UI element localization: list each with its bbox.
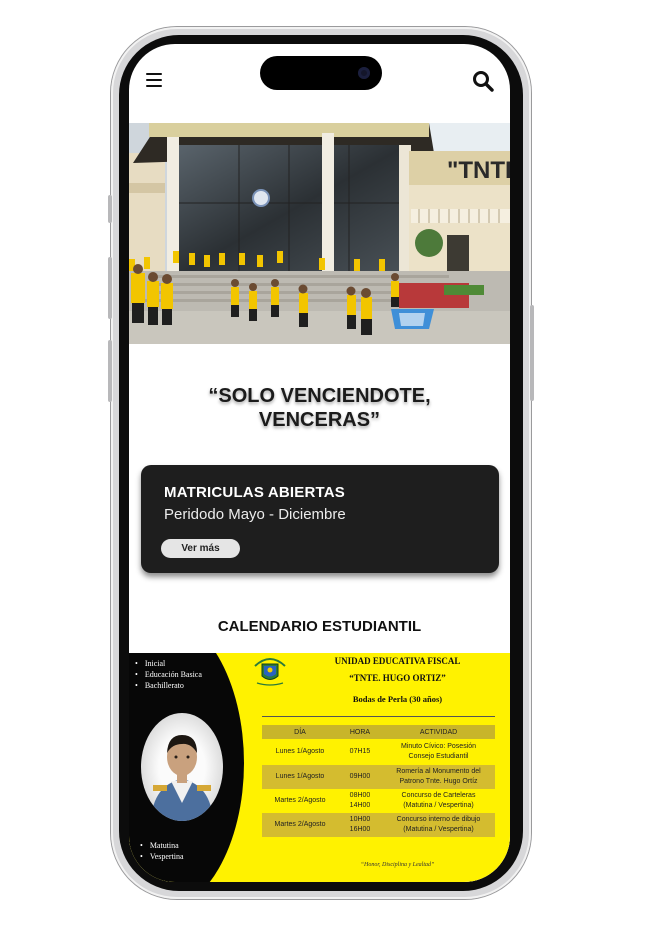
day-cell: Lunes 1/Agosto [275,748,325,755]
building-sign: "TNTE [447,157,510,184]
calendar-poster: Inicial Educación Basica Bachillerato Ma… [129,653,510,882]
activity-cell: Concurso interno de dibujo (Matutina / V… [382,813,495,837]
school-motto: “SOLO VENCIENDOTE, VENCERAS” [129,384,510,432]
ver-mas-button[interactable]: Ver más [161,539,240,558]
table-row: Lunes 1/Agosto 07H15 Minuto Cívico: Pose… [262,739,495,765]
front-camera [358,67,370,79]
time-value: 14H00 [349,802,371,809]
time-cell: 07H15 [338,739,382,765]
phone-power-button [530,305,534,401]
day-cell: Lunes 1/Agosto [262,765,338,789]
school-building-photo: "TNTE [129,123,510,344]
shift-item: Matutina [140,840,184,851]
dynamic-island [260,56,382,90]
enrollment-title: MATRICULAS ABIERTAS [164,484,346,501]
activity-line: Concurso interno de dibujo [396,816,481,823]
level-item: Educación Basica [135,669,202,680]
activity-cell: Concurso de Carteleras (Matutina / Vespe… [382,789,495,813]
phone-screen: "TNTE [129,44,510,882]
poster-school-name: “TNTE. HUGO ORTIZ” [349,673,446,683]
activity-cell: Romería al Monumento del Patrono Tnte. H… [382,765,495,789]
phone-volume-down-button [108,340,112,402]
table-header: HORA [338,725,382,739]
time-value: 09H00 [349,773,371,780]
time-value: 07H15 [349,748,371,755]
time-cell: 10H00 16H00 [338,813,382,837]
time-value: 10H00 [349,816,371,823]
motto-line-2: VENCERAS” [258,409,381,431]
time-value: 08H00 [349,792,371,799]
enrollment-card: MATRICULAS ABIERTAS Peridodo Mayo - Dici… [141,465,499,573]
activity-line: (Matutina / Vespertina) [403,802,474,809]
phone-volume-up-button [108,257,112,319]
education-levels-list: Inicial Educación Basica Bachillerato [135,658,202,691]
poster-anniversary: Bodas de Perla (30 años) [352,694,443,704]
level-item: Bachillerato [135,680,202,691]
activity-line: (Matutina / Vespertina) [403,826,474,833]
poster-slogan: “Honor, Disciplina y Lealtad” [360,862,435,868]
activity-line: Consejo Estudiantil [408,753,469,760]
motto-line-1: “SOLO VENCIENDOTE, [208,385,431,407]
time-cell: 09H00 [338,765,382,789]
shifts-list: Matutina Vespertina [140,840,184,862]
enrollment-subtitle: Peridodo Mayo - Diciembre [164,506,346,523]
table-header: ACTIVIDAD [382,725,495,739]
day-cell: Martes 2/Agosto [262,813,338,837]
search-icon[interactable] [472,70,494,92]
hamburger-menu-icon[interactable] [146,73,162,87]
poster-divider [262,716,495,717]
phone-action-button [108,195,112,223]
day-cell: Martes 2/Agosto [274,797,326,804]
level-item: Inicial [135,658,202,669]
poster-heading: UNIDAD EDUCATIVA FISCAL [334,656,461,666]
patron-portrait [141,713,223,821]
calendar-section-title: CALENDARIO ESTUDIANTIL [217,618,422,635]
time-value: 16H00 [349,826,371,833]
activity-cell: Minuto Cívico: Posesión Consejo Estudian… [382,739,495,765]
time-cell: 08H00 14H00 [338,789,382,813]
activity-line: Minuto Cívico: Posesión [400,743,477,750]
activities-table: DÍA HORA ACTIVIDAD Lunes 1/Agosto 07H15 … [262,725,495,837]
shift-item: Vespertina [140,851,184,862]
table-row: Martes 2/Agosto 08H00 14H00 Concurso de … [262,789,495,813]
table-row: Lunes 1/Agosto 09H00 Romería al Monument… [262,765,495,789]
table-row: Martes 2/Agosto 10H00 16H00 Concurso int… [262,813,495,837]
activity-line: Patrono Tnte. Hugo Ortíz [399,778,478,785]
table-header: DÍA [262,725,338,739]
activity-line: Concurso de Carteleras [401,792,476,799]
activity-line: Romería al Monumento del [396,768,481,775]
school-emblem-icon [254,658,286,686]
